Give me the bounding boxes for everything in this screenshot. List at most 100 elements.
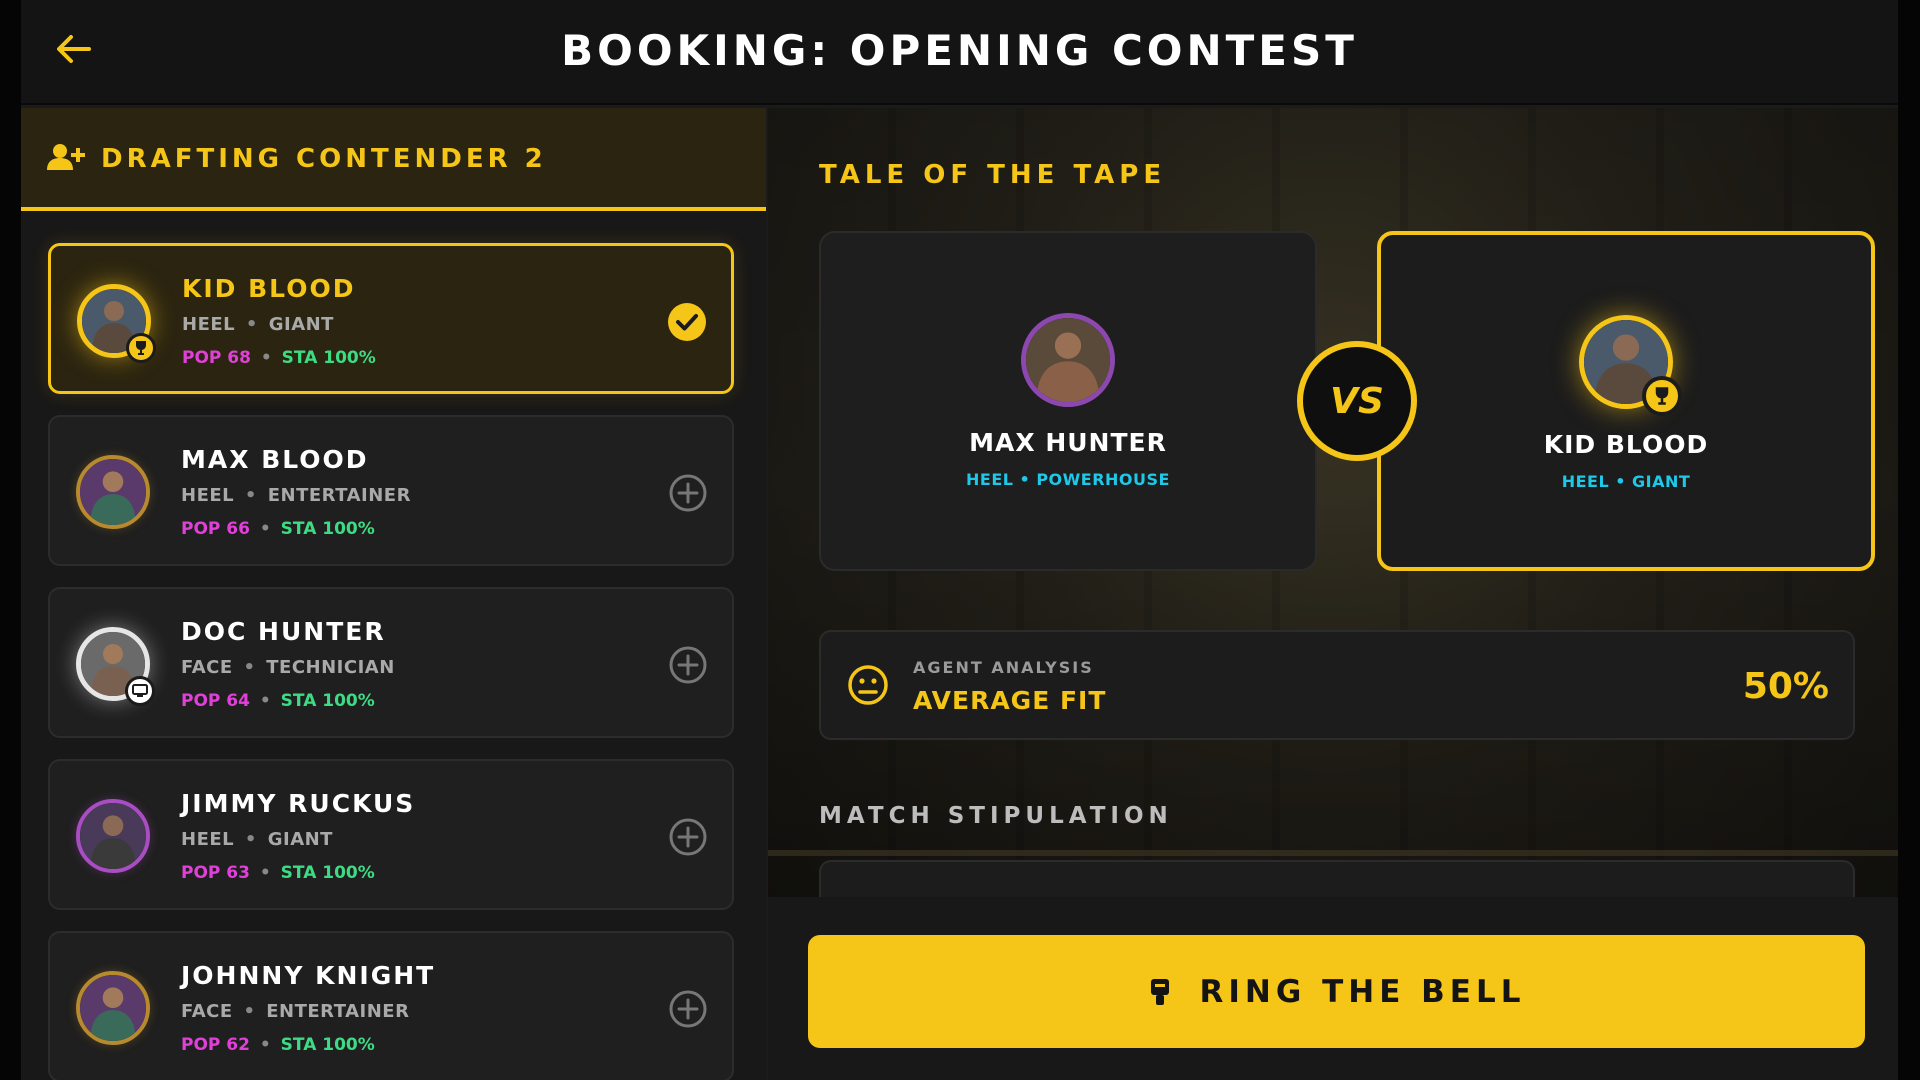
pop-stat: POP 64 bbox=[181, 691, 250, 711]
plus-circle-icon bbox=[669, 990, 707, 1028]
header-bar: BOOKING: OPENING CONTEST bbox=[21, 0, 1898, 105]
separator-dot: • bbox=[259, 519, 271, 539]
roster-card-kid-blood[interactable]: KID BLOOD HEEL • GIANT POP 68 • STA 100% bbox=[48, 243, 734, 394]
contender-1-card[interactable]: MAX HUNTER HEEL • POWERHOUSE bbox=[819, 231, 1317, 571]
wrestler-name: MAX BLOOD bbox=[181, 445, 369, 474]
plus-circle-icon bbox=[669, 818, 707, 856]
wrestler-meta: FACE • ENTERTAINER bbox=[181, 1001, 409, 1022]
separator-dot: • bbox=[259, 863, 271, 883]
separator-dot: • bbox=[259, 691, 271, 711]
bell-icon bbox=[1150, 978, 1169, 1005]
roster-card-doc-hunter[interactable]: DOC HUNTER FACE • TECHNICIAN POP 64 • ST… bbox=[48, 587, 734, 738]
add-contender-button[interactable] bbox=[668, 817, 708, 857]
contender-1-avatar bbox=[1021, 313, 1115, 407]
separator-dot: • bbox=[244, 485, 257, 506]
style-label: ENTERTAINER bbox=[267, 485, 411, 506]
alignment-label: FACE bbox=[181, 1001, 233, 1022]
roster-card-max-blood[interactable]: MAX BLOOD HEEL • ENTERTAINER POP 66 • ST… bbox=[48, 415, 734, 566]
wrestler-name: JOHNNY KNIGHT bbox=[181, 961, 436, 990]
trophy-badge bbox=[1642, 376, 1682, 416]
tv-badge bbox=[125, 676, 155, 706]
tv-icon bbox=[132, 684, 148, 697]
match-stipulation-title: MATCH STIPULATION bbox=[819, 803, 1173, 829]
trophy-icon bbox=[1655, 387, 1669, 405]
sta-stat: STA 100% bbox=[280, 691, 375, 711]
action-bar: RING THE BELL bbox=[768, 897, 1898, 1080]
analysis-value: AVERAGE FIT bbox=[913, 686, 1107, 715]
tale-of-the-tape-title: TALE OF THE TAPE bbox=[819, 160, 1167, 190]
avatar bbox=[76, 799, 150, 873]
page-title: BOOKING: OPENING CONTEST bbox=[561, 26, 1358, 75]
pop-stat: POP 68 bbox=[182, 348, 251, 368]
pop-stat: POP 62 bbox=[181, 1035, 250, 1055]
wrestler-portrait bbox=[80, 459, 146, 525]
avatar bbox=[76, 627, 155, 706]
matchup-panel: TALE OF THE TAPE MAX HUNTER HEEL • POWER… bbox=[768, 108, 1898, 1080]
style-label: GIANT bbox=[267, 829, 333, 850]
sta-stat: STA 100% bbox=[280, 1035, 375, 1055]
wrestler-stats: POP 64 • STA 100% bbox=[181, 691, 375, 711]
contender-2-avatar bbox=[1579, 315, 1682, 416]
plus-circle-icon bbox=[669, 474, 707, 512]
roster-panel: DRAFTING CONTENDER 2 KID BLOOD HEEL • GI… bbox=[21, 108, 766, 1080]
roster-card-johnny-knight[interactable]: JOHNNY KNIGHT FACE • ENTERTAINER POP 62 … bbox=[48, 931, 734, 1080]
pop-stat: POP 63 bbox=[181, 863, 250, 883]
alignment-label: FACE bbox=[181, 657, 233, 678]
wrestler-portrait bbox=[1026, 318, 1110, 402]
agent-analysis-card: AGENT ANALYSIS AVERAGE FIT 50% bbox=[819, 630, 1855, 740]
check-circle-icon bbox=[668, 303, 706, 341]
trophy-badge bbox=[126, 333, 156, 363]
alignment-label: HEEL bbox=[182, 314, 236, 335]
separator-dot: • bbox=[243, 657, 256, 678]
wrestler-meta: HEEL • GIANT bbox=[181, 829, 333, 850]
ring-the-bell-label: RING THE BELL bbox=[1199, 973, 1526, 1010]
add-contender-button[interactable] bbox=[668, 645, 708, 685]
style-label: GIANT bbox=[268, 314, 334, 335]
wrestler-stats: POP 62 • STA 100% bbox=[181, 1035, 375, 1055]
wrestler-stats: POP 63 • STA 100% bbox=[181, 863, 375, 883]
wrestler-portrait bbox=[80, 975, 146, 1041]
draft-title: DRAFTING CONTENDER 2 bbox=[101, 144, 547, 174]
add-contender-button[interactable] bbox=[668, 473, 708, 513]
wrestler-meta: HEEL • GIANT bbox=[182, 314, 334, 335]
style-label: ENTERTAINER bbox=[266, 1001, 410, 1022]
separator-dot: • bbox=[260, 348, 272, 368]
sta-stat: STA 100% bbox=[280, 519, 375, 539]
separator-dot: • bbox=[244, 829, 257, 850]
wrestler-portrait bbox=[80, 803, 146, 869]
wrestler-name: KID BLOOD bbox=[182, 274, 356, 303]
avatar bbox=[76, 455, 150, 529]
add-contender-button[interactable] bbox=[668, 989, 708, 1029]
plus-circle-icon bbox=[669, 646, 707, 684]
neutral-face-icon bbox=[848, 665, 888, 705]
add-user-icon bbox=[47, 144, 85, 170]
ring-rope bbox=[768, 850, 1898, 856]
alignment-label: HEEL bbox=[181, 485, 235, 506]
avatar bbox=[77, 284, 156, 363]
wrestler-name: DOC HUNTER bbox=[181, 617, 386, 646]
wrestler-name: JIMMY RUCKUS bbox=[181, 789, 416, 818]
avatar bbox=[76, 971, 150, 1045]
separator-dot: • bbox=[243, 1001, 256, 1022]
style-label: TECHNICIAN bbox=[266, 657, 395, 678]
contender-2-name: KID BLOOD bbox=[1543, 430, 1709, 459]
selected-check[interactable] bbox=[667, 302, 707, 342]
separator-dot: • bbox=[259, 1035, 271, 1055]
contender-2-card[interactable]: KID BLOOD HEEL • GIANT bbox=[1377, 231, 1875, 571]
ring-the-bell-button[interactable]: RING THE BELL bbox=[808, 935, 1865, 1048]
wrestler-meta: FACE • TECHNICIAN bbox=[181, 657, 395, 678]
analysis-label: AGENT ANALYSIS bbox=[913, 658, 1094, 677]
trophy-icon bbox=[136, 341, 146, 355]
contender-1-name: MAX HUNTER bbox=[969, 428, 1167, 457]
sta-stat: STA 100% bbox=[281, 348, 376, 368]
contender-2-meta: HEEL • GIANT bbox=[1561, 472, 1691, 491]
wrestler-stats: POP 68 • STA 100% bbox=[182, 348, 376, 368]
pop-stat: POP 66 bbox=[181, 519, 250, 539]
separator-dot: • bbox=[245, 314, 258, 335]
alignment-label: HEEL bbox=[181, 829, 235, 850]
draft-header: DRAFTING CONTENDER 2 bbox=[21, 108, 766, 211]
contender-1-meta: HEEL • POWERHOUSE bbox=[966, 470, 1170, 489]
sta-stat: STA 100% bbox=[280, 863, 375, 883]
wrestler-stats: POP 66 • STA 100% bbox=[181, 519, 375, 539]
roster-card-jimmy-ruckus[interactable]: JIMMY RUCKUS HEEL • GIANT POP 63 • STA 1… bbox=[48, 759, 734, 910]
